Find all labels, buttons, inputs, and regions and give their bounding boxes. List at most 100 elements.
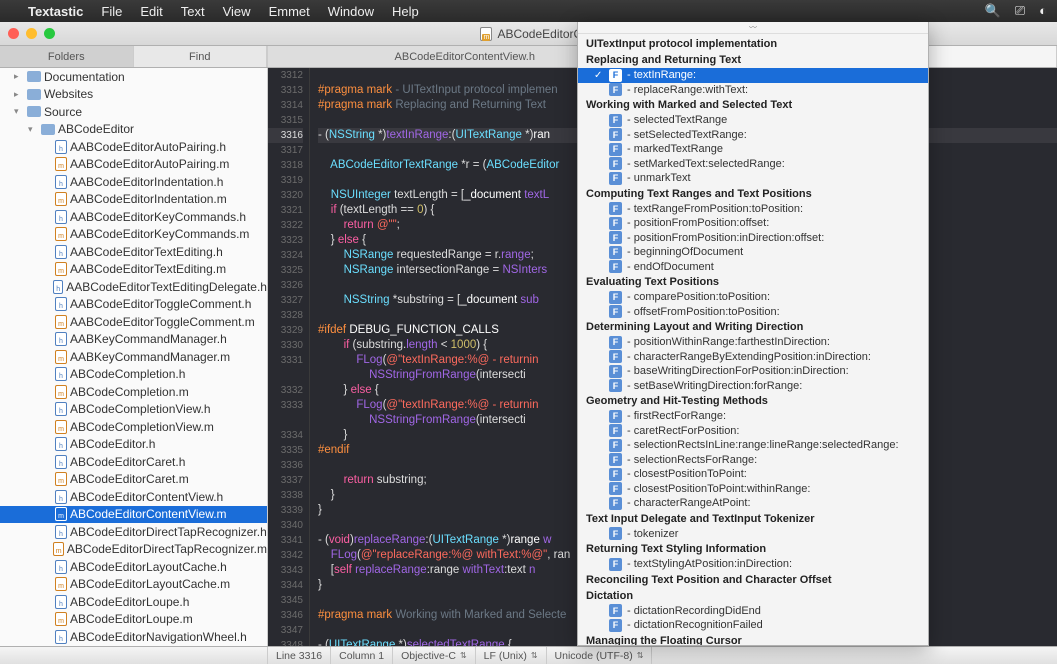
symbol-item[interactable]: F- positionWithinRange:farthestInDirecti… xyxy=(578,335,928,350)
symbol-item[interactable]: F- selectionRectsForRange: xyxy=(578,453,928,468)
function-icon: F xyxy=(609,231,622,244)
symbol-item[interactable]: F- beginningOfDocument xyxy=(578,245,928,260)
symbol-item[interactable]: F- positionFromPosition:inDirection:offs… xyxy=(578,231,928,246)
status-line-endings[interactable]: LF (Unix)⇅ xyxy=(476,647,547,664)
symbol-item[interactable]: F- endOfDocument xyxy=(578,260,928,275)
status-language[interactable]: Objective-C⇅ xyxy=(393,647,476,664)
popup-grabber-icon[interactable]: 〰 xyxy=(578,22,928,34)
spotlight-icon[interactable]: 🔍 xyxy=(985,3,1001,19)
function-icon: F xyxy=(609,527,622,540)
function-icon: F xyxy=(609,558,622,571)
tree-file[interactable]: hAABCodeEditorAutoPairing.h xyxy=(0,138,267,156)
function-icon: F xyxy=(609,69,622,82)
function-icon: F xyxy=(609,336,622,349)
siri-icon[interactable]: ◐ xyxy=(1039,3,1047,19)
sidebar-tab-folders[interactable]: Folders xyxy=(0,46,134,67)
symbol-item[interactable]: F- textRangeFromPosition:toPosition: xyxy=(578,202,928,217)
tree-file[interactable]: mAABCodeEditorToggleComment.m xyxy=(0,313,267,331)
tree-file[interactable]: mABCodeEditorNavigationWheel.m xyxy=(0,646,267,647)
symbol-item[interactable]: F- caretRectForPosition: xyxy=(578,424,928,439)
symbol-section-header: Determining Layout and Writing Direction xyxy=(578,319,928,335)
window-minimize-button[interactable] xyxy=(26,28,37,39)
symbol-section-header: Geometry and Hit-Testing Methods xyxy=(578,393,928,409)
tree-file[interactable]: hABCodeEditorCaret.h xyxy=(0,453,267,471)
tree-file[interactable]: hABCodeEditorDirectTapRecognizer.h xyxy=(0,523,267,541)
symbol-item[interactable]: F- setBaseWritingDirection:forRange: xyxy=(578,379,928,394)
function-icon: F xyxy=(609,157,622,170)
symbol-item[interactable]: F- setSelectedTextRange: xyxy=(578,128,928,143)
menu-help[interactable]: Help xyxy=(392,4,419,19)
symbol-item[interactable]: F- characterRangeAtPoint: xyxy=(578,496,928,511)
tree-file[interactable]: hAABCodeEditorTextEditing.h xyxy=(0,243,267,261)
symbol-item[interactable]: F- textStylingAtPosition:inDirection: xyxy=(578,557,928,572)
symbol-navigator-popup[interactable]: 〰 UITextInput protocol implementationRep… xyxy=(577,22,929,646)
tree-file[interactable]: mAABCodeEditorKeyCommands.m xyxy=(0,226,267,244)
symbol-item[interactable]: F- characterRangeByExtendingPosition:inD… xyxy=(578,350,928,365)
function-icon: F xyxy=(609,350,622,363)
tree-file[interactable]: mABCodeEditorCaret.m xyxy=(0,471,267,489)
status-line[interactable]: Line 3316 xyxy=(268,647,331,664)
tree-file[interactable]: hABCodeCompletion.h xyxy=(0,366,267,384)
function-icon: F xyxy=(609,439,622,452)
tree-file[interactable]: hABCodeEditorLoupe.h xyxy=(0,593,267,611)
tree-folder[interactable]: ▾ABCodeEditor xyxy=(0,121,267,139)
tree-file[interactable]: hAABCodeEditorKeyCommands.h xyxy=(0,208,267,226)
tree-file[interactable]: mAABCodeEditorTextEditing.m xyxy=(0,261,267,279)
tree-file[interactable]: hAABCodeEditorTextEditingDelegate.h xyxy=(0,278,267,296)
symbol-item[interactable]: F- unmarkText xyxy=(578,171,928,186)
symbol-section-header: UITextInput protocol implementation xyxy=(578,36,928,52)
tree-file[interactable]: hABCodeCompletionView.h xyxy=(0,401,267,419)
tree-file[interactable]: mABCodeCompletion.m xyxy=(0,383,267,401)
tree-file[interactable]: mAABCodeEditorIndentation.m xyxy=(0,191,267,209)
tree-file[interactable]: mABCodeEditorLoupe.m xyxy=(0,611,267,629)
symbol-item[interactable]: F- tokenizer xyxy=(578,527,928,542)
symbol-item[interactable]: F- selectionRectsInLine:range:lineRange:… xyxy=(578,438,928,453)
symbol-item[interactable]: F- offsetFromPosition:toPosition: xyxy=(578,305,928,320)
symbol-item[interactable]: F- markedTextRange xyxy=(578,142,928,157)
menu-emmet[interactable]: Emmet xyxy=(269,4,310,19)
tree-file[interactable]: mABCodeEditorDirectTapRecognizer.m xyxy=(0,541,267,559)
tree-file[interactable]: mABCodeEditorContentView.m xyxy=(0,506,267,524)
menu-window[interactable]: Window xyxy=(328,4,374,19)
tree-file[interactable]: hAABKeyCommandManager.h xyxy=(0,331,267,349)
symbol-item[interactable]: ✓F- textInRange: xyxy=(578,68,928,83)
menu-text[interactable]: Text xyxy=(181,4,205,19)
sidebar-tab-find[interactable]: Find xyxy=(134,46,268,67)
tree-file[interactable]: hABCodeEditorLayoutCache.h xyxy=(0,558,267,576)
tree-file[interactable]: mAABCodeEditorAutoPairing.m xyxy=(0,156,267,174)
symbol-item[interactable]: F- closestPositionToPoint:withinRange: xyxy=(578,482,928,497)
tree-folder[interactable]: ▸Documentation xyxy=(0,68,267,86)
symbol-item[interactable]: F- replaceRange:withText: xyxy=(578,83,928,98)
function-icon: F xyxy=(609,365,622,378)
symbol-item[interactable]: F- baseWritingDirectionForPosition:inDir… xyxy=(578,364,928,379)
symbol-item[interactable]: F- closestPositionToPoint: xyxy=(578,467,928,482)
symbol-item[interactable]: F- dictationRecordingDidEnd xyxy=(578,604,928,619)
status-column[interactable]: Column 1 xyxy=(331,647,393,664)
symbol-item[interactable]: F- firstRectForRange: xyxy=(578,409,928,424)
menu-file[interactable]: File xyxy=(101,4,122,19)
status-encoding[interactable]: Unicode (UTF-8)⇅ xyxy=(547,647,653,664)
menu-view[interactable]: View xyxy=(223,4,251,19)
tree-file[interactable]: mAABKeyCommandManager.m xyxy=(0,348,267,366)
tree-file[interactable]: hABCodeEditor.h xyxy=(0,436,267,454)
tree-folder[interactable]: ▸Websites xyxy=(0,86,267,104)
symbol-item[interactable]: F- setMarkedText:selectedRange: xyxy=(578,157,928,172)
tree-file[interactable]: mABCodeEditorLayoutCache.m xyxy=(0,576,267,594)
tree-file[interactable]: hAABCodeEditorToggleComment.h xyxy=(0,296,267,314)
function-icon: F xyxy=(609,128,622,141)
tree-file[interactable]: mABCodeCompletionView.m xyxy=(0,418,267,436)
symbol-item[interactable]: F- selectedTextRange xyxy=(578,113,928,128)
control-center-icon[interactable]: ⎚ xyxy=(1015,3,1025,19)
symbol-item[interactable]: F- comparePosition:toPosition: xyxy=(578,290,928,305)
menu-edit[interactable]: Edit xyxy=(140,4,162,19)
window-close-button[interactable] xyxy=(8,28,19,39)
symbol-item[interactable]: F- positionFromPosition:offset: xyxy=(578,216,928,231)
tree-file[interactable]: hAABCodeEditorIndentation.h xyxy=(0,173,267,191)
tree-file[interactable]: hABCodeEditorNavigationWheel.h xyxy=(0,628,267,646)
window-zoom-button[interactable] xyxy=(44,28,55,39)
tree-folder[interactable]: ▾Source xyxy=(0,103,267,121)
tree-file[interactable]: hABCodeEditorContentView.h xyxy=(0,488,267,506)
symbol-item[interactable]: F- dictationRecognitionFailed xyxy=(578,618,928,633)
function-icon: F xyxy=(609,453,622,466)
app-menu[interactable]: Textastic xyxy=(28,4,83,19)
